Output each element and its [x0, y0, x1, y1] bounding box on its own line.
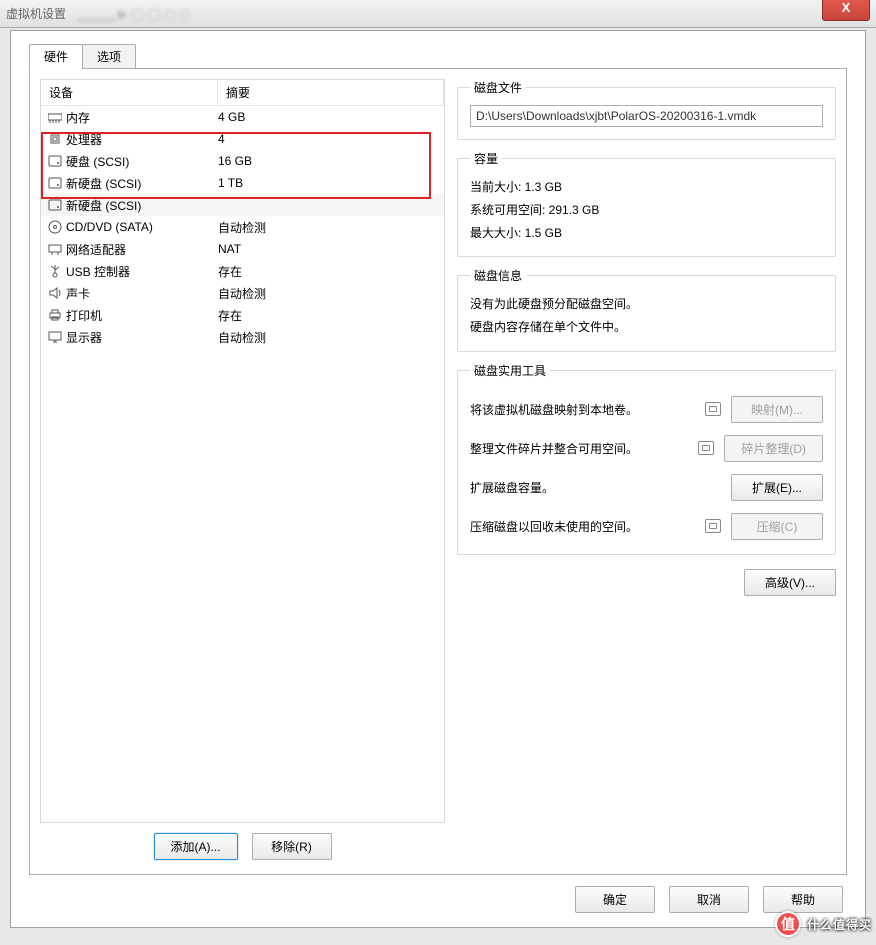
compact-button[interactable]: 压缩(C): [731, 513, 823, 540]
info-icon[interactable]: [705, 402, 721, 416]
device-row[interactable]: USB 控制器存在: [41, 260, 444, 282]
capacity-legend: 容量: [470, 150, 502, 167]
capacity-current: 当前大小: 1.3 GB: [470, 176, 823, 199]
device-summary: 4 GB: [218, 110, 444, 124]
capacity-free: 系统可用空间: 291.3 GB: [470, 199, 823, 222]
window-title: 虚拟机设置: [6, 5, 66, 22]
device-name: CD/DVD (SATA): [64, 220, 218, 234]
disk-icon: [46, 177, 64, 189]
advanced-button[interactable]: 高级(V)...: [744, 569, 836, 596]
disk-file-group: 磁盘文件: [457, 79, 836, 140]
device-name: 内存: [64, 109, 218, 126]
close-button[interactable]: X: [822, 0, 870, 21]
device-row[interactable]: 内存4 GB: [41, 106, 444, 128]
device-summary: 4: [218, 132, 444, 146]
device-summary: 存在: [218, 307, 444, 324]
disk-file-legend: 磁盘文件: [470, 79, 526, 96]
header-summary: 摘要: [218, 80, 444, 105]
disk-file-path[interactable]: [470, 105, 823, 127]
device-row[interactable]: 声卡自动检测: [41, 282, 444, 304]
header-device: 设备: [41, 80, 218, 105]
cancel-button[interactable]: 取消: [669, 886, 749, 913]
info-icon[interactable]: [698, 441, 714, 455]
device-name: 打印机: [64, 307, 218, 324]
device-name: USB 控制器: [64, 263, 218, 280]
device-name: 声卡: [64, 285, 218, 302]
info-icon[interactable]: [705, 519, 721, 533]
disk-icon: [46, 155, 64, 167]
device-row[interactable]: 新硬盘 (SCSI): [41, 194, 444, 216]
device-summary: 自动检测: [218, 329, 444, 346]
map-button[interactable]: 映射(M)...: [731, 396, 823, 423]
compact-desc: 压缩磁盘以回收未使用的空间。: [470, 518, 695, 535]
device-name: 硬盘 (SCSI): [64, 153, 218, 170]
device-summary: 1 TB: [218, 176, 444, 190]
defrag-desc: 整理文件碎片并整合可用空间。: [470, 440, 688, 457]
remove-button[interactable]: 移除(R): [252, 833, 332, 860]
tab-options[interactable]: 选项: [82, 44, 136, 69]
device-summary: 存在: [218, 263, 444, 280]
disk-info-line2: 硬盘内容存储在单个文件中。: [470, 316, 823, 339]
utilities-legend: 磁盘实用工具: [470, 362, 550, 379]
ok-button[interactable]: 确定: [575, 886, 655, 913]
printer-icon: [46, 308, 64, 322]
capacity-max: 最大大小: 1.5 GB: [470, 222, 823, 245]
device-row[interactable]: 显示器自动检测: [41, 326, 444, 348]
cd-icon: [46, 220, 64, 234]
usb-icon: [46, 264, 64, 278]
tab-panel: 设备 摘要 内存4 GB处理器4硬盘 (SCSI)16 GB新硬盘 (SCSI)…: [29, 68, 847, 875]
expand-button[interactable]: 扩展(E)...: [731, 474, 823, 501]
add-button[interactable]: 添加(A)...: [154, 833, 238, 860]
watermark: 值 什么值得买: [775, 911, 872, 937]
device-name: 处理器: [64, 131, 218, 148]
device-name: 显示器: [64, 329, 218, 346]
device-name: 网络适配器: [64, 241, 218, 258]
device-name: 新硬盘 (SCSI): [64, 197, 218, 214]
device-row[interactable]: 硬盘 (SCSI)16 GB: [41, 150, 444, 172]
watermark-text: 什么值得买: [807, 916, 872, 933]
device-list[interactable]: 设备 摘要 内存4 GB处理器4硬盘 (SCSI)16 GB新硬盘 (SCSI)…: [40, 79, 445, 823]
device-row[interactable]: 新硬盘 (SCSI)1 TB: [41, 172, 444, 194]
device-summary: 16 GB: [218, 154, 444, 168]
display-icon: [46, 330, 64, 344]
device-row[interactable]: 处理器4: [41, 128, 444, 150]
device-row[interactable]: CD/DVD (SATA)自动检测: [41, 216, 444, 238]
watermark-icon: 值: [775, 911, 801, 937]
device-summary: 自动检测: [218, 219, 444, 236]
tab-bar: 硬件 选项: [29, 44, 865, 69]
close-icon: X: [842, 0, 851, 15]
sound-icon: [46, 286, 64, 300]
vm-settings-dialog: 硬件 选项 设备 摘要 内存4 GB处理器4硬盘 (SCSI)16 GB新硬盘 …: [10, 30, 866, 928]
device-list-header: 设备 摘要: [41, 80, 444, 106]
device-row[interactable]: 网络适配器NAT: [41, 238, 444, 260]
capacity-group: 容量 当前大小: 1.3 GB 系统可用空间: 291.3 GB 最大大小: 1…: [457, 150, 836, 257]
device-name: 新硬盘 (SCSI): [64, 175, 218, 192]
tab-hardware[interactable]: 硬件: [29, 44, 83, 69]
expand-desc: 扩展磁盘容量。: [470, 479, 695, 496]
help-button[interactable]: 帮助: [763, 886, 843, 913]
disk-utilities-group: 磁盘实用工具 将该虚拟机磁盘映射到本地卷。 映射(M)... 整理文件碎片并整合…: [457, 362, 836, 555]
disk-info-line1: 没有为此硬盘预分配磁盘空间。: [470, 293, 823, 316]
device-summary: NAT: [218, 242, 444, 256]
disk-info-legend: 磁盘信息: [470, 267, 526, 284]
device-summary: 自动检测: [218, 285, 444, 302]
defrag-button[interactable]: 碎片整理(D): [724, 435, 823, 462]
cpu-icon: [46, 132, 64, 146]
dialog-footer: 确定 取消 帮助: [11, 886, 865, 927]
disk-info-group: 磁盘信息 没有为此硬盘预分配磁盘空间。 硬盘内容存储在单个文件中。: [457, 267, 836, 352]
device-row[interactable]: 打印机存在: [41, 304, 444, 326]
nic-icon: [46, 243, 64, 255]
map-desc: 将该虚拟机磁盘映射到本地卷。: [470, 401, 695, 418]
parent-app-toolbar: 虚拟机设置 ▁▁▁▁ ▶ ◯ ◯ ▢ ▢ X: [0, 0, 876, 28]
disk-icon: [46, 199, 64, 211]
memory-icon: [46, 111, 64, 123]
